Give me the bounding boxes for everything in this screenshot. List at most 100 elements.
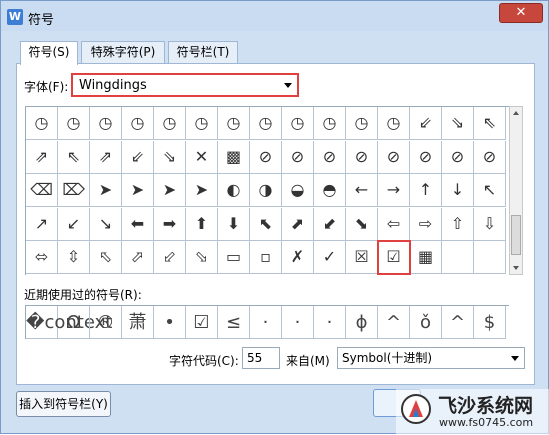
symbol-cell[interactable]: ⇧ — [442, 207, 474, 241]
recent-symbol-cell[interactable]: ® — [90, 306, 122, 339]
recent-symbol-cell[interactable]: · — [250, 306, 282, 339]
symbol-cell[interactable]: ⬇ — [218, 207, 250, 241]
symbol-cell[interactable]: ↓ — [442, 174, 474, 208]
recent-symbol-cell[interactable]: · — [314, 306, 346, 339]
from-dropdown[interactable]: Symbol(十进制) — [337, 347, 525, 369]
symbol-cell[interactable]: ⇦ — [378, 207, 410, 241]
symbol-cell[interactable]: ↘ — [90, 207, 122, 241]
symbol-cell[interactable]: ⇘ — [442, 107, 474, 140]
recent-symbol-cell[interactable]: Ω — [58, 306, 90, 339]
symbol-cell[interactable]: ⇙ — [410, 107, 442, 140]
symbol-cell[interactable]: ⬃ — [154, 241, 186, 275]
symbol-cell[interactable]: → — [378, 174, 410, 208]
symbol-cell[interactable]: ⇙ — [122, 140, 154, 174]
symbol-cell[interactable] — [442, 241, 474, 275]
scroll-up-icon[interactable] — [513, 111, 519, 115]
symbol-cell[interactable]: ◒ — [282, 174, 314, 208]
symbol-cell[interactable]: ➤ — [186, 174, 218, 208]
symbol-cell[interactable]: ☒ — [346, 241, 378, 275]
symbol-cell[interactable]: ↙ — [58, 207, 90, 241]
symbol-cell[interactable]: ◑ — [250, 174, 282, 208]
symbol-cell[interactable]: ⇗ — [26, 140, 58, 174]
symbol-cell[interactable]: ⇗ — [90, 140, 122, 174]
symbol-cell[interactable]: ⬉ — [250, 207, 282, 241]
recent-symbol-cell[interactable]: 萧 — [122, 306, 154, 339]
symbol-cell[interactable]: ⬅ — [122, 207, 154, 241]
symbol-cell[interactable]: ⊘ — [378, 140, 410, 174]
recent-symbol-cell[interactable]: ǒ — [410, 306, 442, 339]
recent-symbol-cell[interactable]: · — [282, 306, 314, 339]
symbol-cell[interactable]: ◷ — [26, 107, 58, 140]
recent-symbol-cell[interactable]: ϕ — [346, 306, 378, 339]
recent-symbol-cell[interactable]: �context — [26, 306, 112, 339]
symbol-cell[interactable]: ⬋ — [314, 207, 346, 241]
font-dropdown[interactable]: Wingdings — [71, 73, 299, 97]
symbol-cell[interactable]: ➡ — [154, 207, 186, 241]
symbol-cell[interactable]: ▩ — [218, 140, 250, 174]
symbol-cell[interactable]: ▭ — [218, 241, 250, 275]
symbol-cell[interactable]: ✗ — [282, 241, 314, 275]
symbol-cell[interactable]: ↗ — [26, 207, 58, 241]
symbol-cell[interactable]: ◷ — [378, 107, 410, 140]
scroll-down-icon[interactable] — [513, 266, 519, 270]
symbol-cell[interactable]: ➤ — [122, 174, 154, 208]
symbol-cell[interactable]: ◷ — [314, 107, 346, 140]
symbol-cell[interactable]: ⇩ — [474, 207, 506, 241]
recent-symbol-cell[interactable]: ^ — [378, 306, 410, 339]
symbol-cell[interactable]: ⬀ — [122, 241, 154, 275]
symbol-cell[interactable]: ↑ — [410, 174, 442, 208]
symbol-cell[interactable]: ⊘ — [282, 140, 314, 174]
insert-to-symbol-bar-button[interactable]: 插入到符号栏(Y) — [16, 391, 111, 417]
symbol-cell[interactable]: ⬆ — [186, 207, 218, 241]
symbol-cell[interactable]: ⬂ — [186, 241, 218, 275]
symbol-cell[interactable]: ⇳ — [58, 241, 90, 275]
tab-special-chars[interactable]: 特殊字符(P) — [81, 41, 165, 64]
symbol-cell[interactable]: ◷ — [250, 107, 282, 140]
recent-symbol-cell[interactable]: $ — [474, 306, 506, 339]
symbol-cell[interactable]: ⬄ — [26, 241, 58, 275]
symbol-cell[interactable]: ⊘ — [250, 140, 282, 174]
scroll-thumb[interactable] — [511, 215, 521, 255]
symbol-cell[interactable]: ✕ — [186, 140, 218, 174]
symbol-cell[interactable]: ☑ — [377, 240, 411, 276]
symbol-cell[interactable]: ⊘ — [314, 140, 346, 174]
recent-symbol-cell[interactable]: ☑ — [186, 306, 218, 339]
symbol-cell[interactable]: ⊘ — [474, 140, 506, 174]
symbol-cell[interactable]: ◷ — [122, 107, 154, 140]
grid-scrollbar[interactable] — [509, 106, 523, 275]
char-code-input[interactable]: 55 — [242, 347, 280, 369]
symbol-cell[interactable]: ◐ — [218, 174, 250, 208]
symbol-cell[interactable]: ◷ — [282, 107, 314, 140]
symbol-cell[interactable]: ⊘ — [346, 140, 378, 174]
symbol-cell[interactable]: ◓ — [314, 174, 346, 208]
recent-symbol-cell[interactable]: ≤ — [218, 306, 250, 339]
recent-symbol-cell[interactable]: • — [154, 306, 186, 339]
close-button[interactable]: ✕ — [499, 3, 543, 23]
symbol-cell[interactable]: ▦ — [410, 241, 442, 275]
symbol-cell[interactable]: ▫ — [250, 241, 282, 275]
tab-symbol-bar[interactable]: 符号栏(T) — [168, 41, 238, 64]
symbol-cell[interactable]: ⇨ — [410, 207, 442, 241]
symbol-cell[interactable]: ⬁ — [90, 241, 122, 275]
symbol-cell[interactable]: ◷ — [154, 107, 186, 140]
symbol-cell[interactable]: ⊘ — [410, 140, 442, 174]
symbol-cell[interactable]: ◷ — [346, 107, 378, 140]
symbol-cell[interactable]: ◷ — [90, 107, 122, 140]
symbol-cell[interactable]: ⊘ — [442, 140, 474, 174]
symbol-cell[interactable]: ⬊ — [346, 207, 378, 241]
recent-symbol-cell[interactable]: ^ — [442, 306, 474, 339]
symbol-cell[interactable] — [474, 241, 506, 275]
symbol-cell[interactable]: ⌦ — [58, 174, 90, 208]
symbol-cell[interactable]: ⌫ — [26, 174, 58, 208]
symbol-cell[interactable]: ⇘ — [154, 140, 186, 174]
symbol-cell[interactable]: ↖ — [474, 174, 506, 208]
tab-symbols[interactable]: 符号(S) — [20, 41, 78, 65]
symbol-cell[interactable]: ◷ — [186, 107, 218, 140]
symbol-cell[interactable]: ◷ — [58, 107, 90, 140]
symbol-cell[interactable]: ➤ — [90, 174, 122, 208]
symbol-cell[interactable]: ◷ — [218, 107, 250, 140]
symbol-cell[interactable]: ⬈ — [282, 207, 314, 241]
symbol-cell[interactable]: ➤ — [154, 174, 186, 208]
symbol-cell[interactable]: ← — [346, 174, 378, 208]
symbol-cell[interactable]: ✓ — [314, 241, 346, 275]
